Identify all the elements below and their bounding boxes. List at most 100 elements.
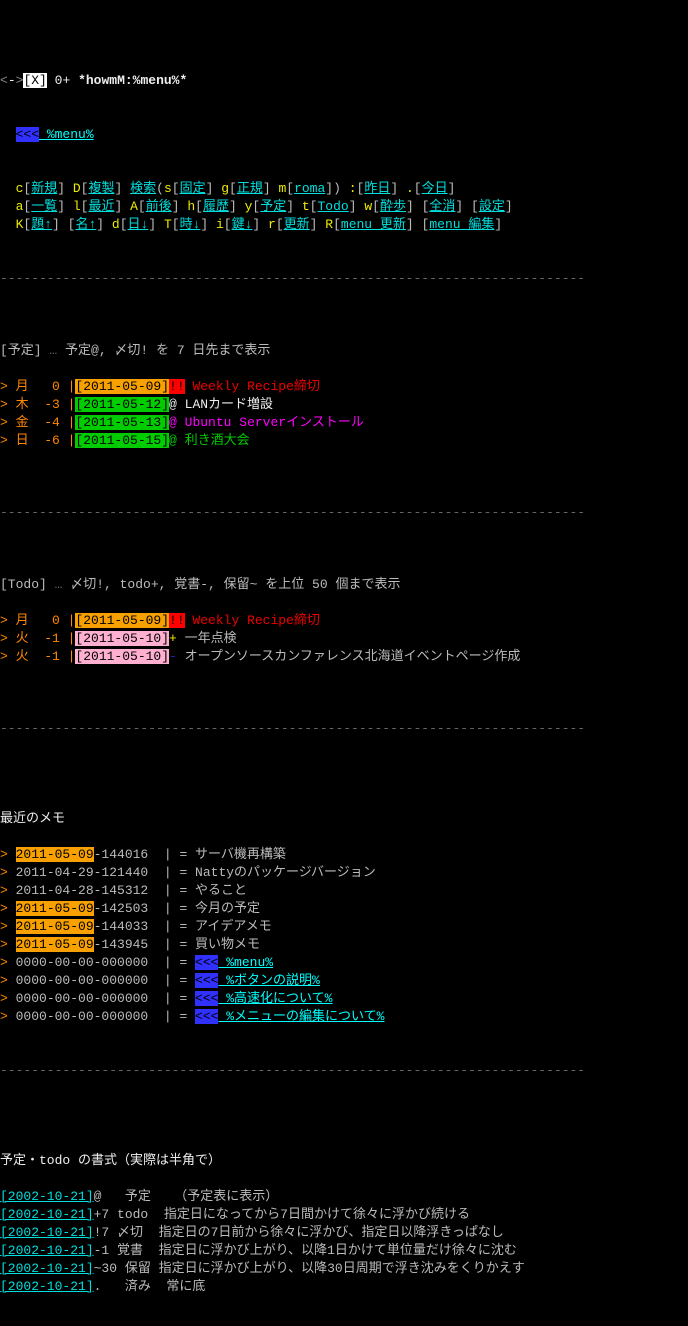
shortcut-label[interactable]: 検索 (130, 181, 156, 196)
shortcut-label[interactable]: roma (294, 181, 325, 196)
shortcut-key[interactable]: m (278, 181, 286, 196)
list-item: [2002-10-21]+7 todo 指定日になってから7日間かけて徐々に浮か… (0, 1206, 688, 1224)
shortcut-label[interactable]: 固定 (180, 181, 206, 196)
shortcut-key[interactable]: t (302, 199, 310, 214)
example-date: [2002-10-21] (0, 1261, 94, 1276)
shortcut-label[interactable]: menu 編集 (429, 217, 494, 232)
list-item[interactable]: > 0000-00-00-000000 | = <<< %menu% (0, 954, 688, 972)
bullet-icon: > (0, 847, 16, 862)
list-item[interactable]: > 月 0 |[2011-05-09]!! Weekly Recipe締切 (0, 612, 688, 630)
mark-icon: + (169, 631, 185, 646)
shortcut-key[interactable]: i (216, 217, 224, 232)
shortcut-key[interactable]: r (268, 217, 276, 232)
shortcut-label[interactable]: 昨日 (364, 181, 390, 196)
shortcut-label[interactable]: 酔歩 (380, 199, 406, 214)
example-date: [2002-10-21] (0, 1207, 94, 1222)
memo-date: 2011-05-09 (16, 919, 94, 934)
memo-title: %menu% (218, 955, 273, 970)
shortcut-key[interactable]: y (245, 199, 253, 214)
shortcut-label[interactable]: menu 更新 (341, 217, 406, 232)
shortcut-label[interactable]: 複製 (88, 181, 114, 196)
list-item: [2002-10-21]@ 予定 （予定表に表示） (0, 1188, 688, 1206)
list-item[interactable]: > 2011-04-28-145312 | = やること (0, 882, 688, 900)
shortcut-label[interactable]: 日↓ (128, 217, 149, 232)
list-item[interactable]: > 0000-00-00-000000 | = <<< %メニューの編集について… (0, 1008, 688, 1026)
shortcut-key[interactable]: K (16, 217, 24, 232)
row-prefix: > 日 -6 | (0, 433, 75, 448)
item-text: Weekly Recipe締切 (185, 379, 320, 394)
shortcut-key[interactable]: d (112, 217, 120, 232)
separator: ----------------------------------------… (0, 720, 688, 738)
list-item[interactable]: > 2011-04-29-121440 | = Nattyのパッケージバージョン (0, 864, 688, 882)
row-prefix: > 月 0 | (0, 379, 75, 394)
schedule-header-text: 予定@, 〆切! を 7 日先まで表示 (65, 343, 270, 358)
item-text: 一年点検 (185, 631, 237, 646)
shortcut-label[interactable]: 前後 (146, 199, 172, 214)
shortcut-label[interactable]: 更新 (284, 217, 310, 232)
list-item[interactable]: > 2011-05-09-144016 | = サーバ機再構築 (0, 846, 688, 864)
schedule-section: [予定] … 予定@, 〆切! を 7 日先まで表示 > 月 0 |[2011-… (0, 324, 688, 468)
list-item[interactable]: > 日 -6 |[2011-05-15]@ 利き酒大会 (0, 432, 688, 450)
memo-date: 0000-00-00 (16, 1009, 94, 1024)
shortcut-label[interactable]: 名↑ (75, 217, 96, 232)
shortcut-label[interactable]: 題↑ (31, 217, 52, 232)
shortcut-key[interactable]: D (73, 181, 81, 196)
arrows-icon: <<< (16, 127, 39, 142)
shortcut-key[interactable]: R (325, 217, 333, 232)
shortcut-key[interactable]: c (16, 181, 24, 196)
list-item[interactable]: > 2011-05-09-143945 | = 買い物メモ (0, 936, 688, 954)
shortcut-label[interactable]: Todo (317, 199, 348, 214)
memo-title: 今月の予定 (195, 901, 260, 916)
shortcut-label[interactable]: 全消 (429, 199, 455, 214)
shortcut-key[interactable]: A (130, 199, 138, 214)
list-item[interactable]: > 2011-05-09-144033 | = アイデアメモ (0, 918, 688, 936)
shortcut-key[interactable]: . (406, 181, 414, 196)
shortcut-key[interactable]: s (164, 181, 172, 196)
list-item[interactable]: > 火 -1 |[2011-05-10]+ 一年点検 (0, 630, 688, 648)
list-item[interactable]: > 2011-05-09-142503 | = 今月の予定 (0, 900, 688, 918)
list-item[interactable]: > 火 -1 |[2011-05-10]- オープンソースカンファレンス北海道イ… (0, 648, 688, 666)
shortcut-key[interactable]: l (73, 199, 81, 214)
shortcut-key[interactable]: T (164, 217, 172, 232)
list-item[interactable]: > 月 0 |[2011-05-09]!! Weekly Recipe締切 (0, 378, 688, 396)
list-item[interactable]: > 木 -3 |[2011-05-12]@ LANカード増設 (0, 396, 688, 414)
row-prefix: > 月 0 | (0, 613, 75, 628)
blank (0, 1098, 688, 1116)
bullet-icon: > (0, 901, 16, 916)
example-date: [2002-10-21] (0, 1225, 94, 1240)
list-item[interactable]: > 金 -4 |[2011-05-13]@ Ubuntu Serverインストー… (0, 414, 688, 432)
row-prefix: > 木 -3 | (0, 397, 75, 412)
list-item[interactable]: > 0000-00-00-000000 | = <<< %高速化について% (0, 990, 688, 1008)
buffer-name: *howmM:%menu%* (78, 73, 187, 88)
shortcut-label[interactable]: 最近 (88, 199, 114, 214)
shortcut-label[interactable]: 一覧 (31, 199, 57, 214)
shortcut-key[interactable]: g (221, 181, 229, 196)
shortcut-label[interactable]: 正規 (237, 181, 263, 196)
memo-date: 0000-00-00 (16, 955, 94, 970)
menu-anchor[interactable]: <<< %menu% (0, 126, 688, 144)
shortcut-label[interactable]: 鍵↓ (232, 217, 253, 232)
mark-icon: !! (169, 379, 185, 394)
list-item[interactable]: > 0000-00-00-000000 | = <<< %ボタンの説明% (0, 972, 688, 990)
mark-icon: @ (169, 433, 185, 448)
shortcut-label[interactable]: 履歴 (203, 199, 229, 214)
mark-icon: @ (169, 415, 185, 430)
shortcut-key[interactable]: a (16, 199, 24, 214)
memo-date: 2011-05-09 (16, 847, 94, 862)
shortcut-label[interactable]: 時↓ (180, 217, 201, 232)
shortcut-label[interactable]: 今日 (422, 181, 448, 196)
memo-date: 0000-00-00 (16, 973, 94, 988)
schedule-tag: [予定] (0, 343, 42, 358)
shortcut-key[interactable]: w (364, 199, 372, 214)
example-date: [2002-10-21] (0, 1243, 94, 1258)
list-item: [2002-10-21]!7 〆切 指定日の7日前から徐々に浮かび、指定日以降浮… (0, 1224, 688, 1242)
shortcut-label[interactable]: 設定 (479, 199, 505, 214)
list-item: [2002-10-21]. 済み 常に底 (0, 1278, 688, 1296)
date-badge: [2011-05-15] (75, 433, 169, 448)
format-list: [2002-10-21]@ 予定 （予定表に表示）[2002-10-21]+7 … (0, 1188, 688, 1296)
shortcut-key[interactable]: h (187, 199, 195, 214)
shortcut-label[interactable]: 予定 (260, 199, 286, 214)
memo-title: %ボタンの説明% (218, 973, 319, 988)
shortcut-key[interactable]: : (349, 181, 357, 196)
shortcut-label[interactable]: 新規 (31, 181, 57, 196)
